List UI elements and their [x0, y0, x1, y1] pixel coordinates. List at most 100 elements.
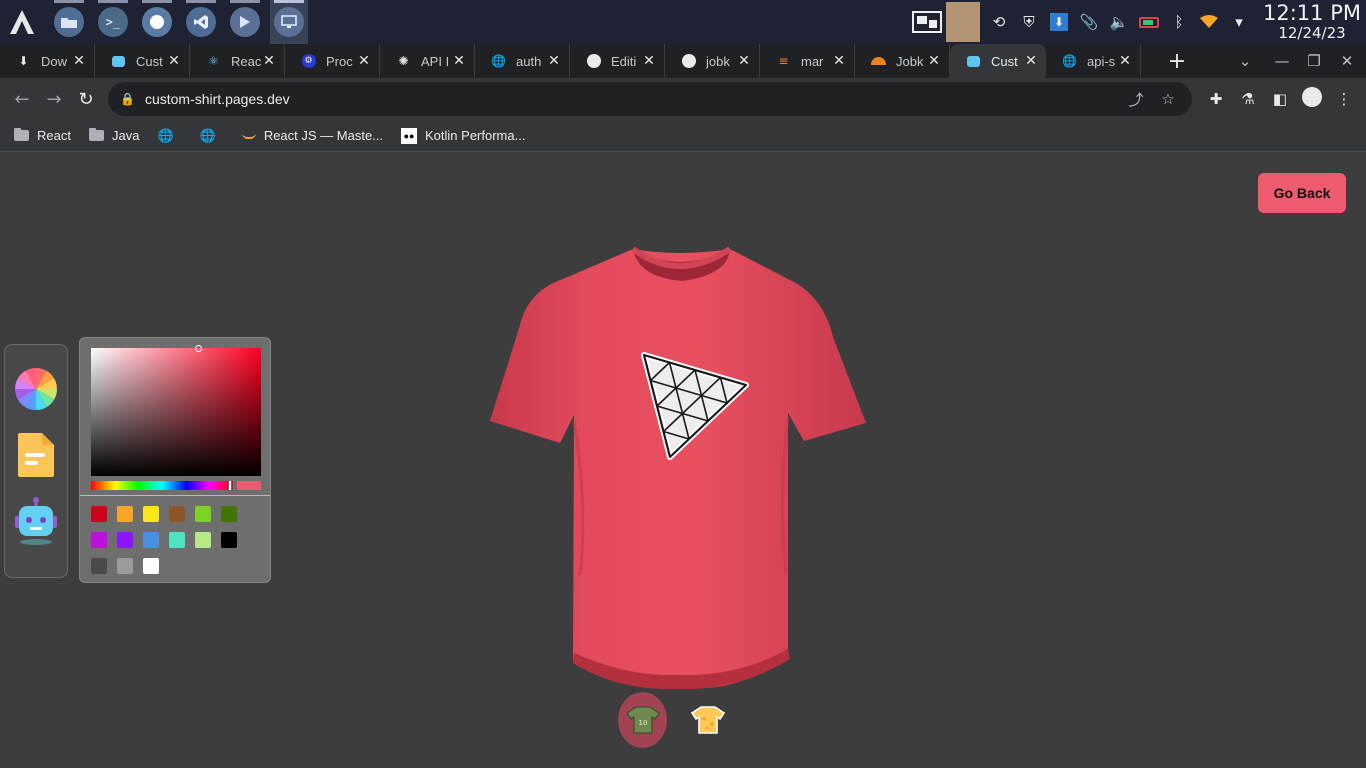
color-swatch[interactable] [117, 532, 133, 548]
tab-jobk-github[interactable]: jobk ✕ [665, 44, 760, 78]
close-icon[interactable]: ✕ [832, 53, 846, 69]
bookmark-react[interactable]: React [14, 128, 71, 143]
labs-flask-icon[interactable]: ⚗ [1232, 90, 1264, 108]
volume-icon[interactable]: 🔈 [1104, 0, 1134, 44]
color-swatch[interactable] [143, 506, 159, 522]
close-icon[interactable]: ✕ [927, 53, 941, 69]
tab-proc[interactable]: ⚙ Proc ✕ [285, 44, 380, 78]
tab-downloads[interactable]: ⬇ Dow ✕ [0, 44, 95, 78]
logo-shirt-toggle[interactable]: 10 [618, 692, 667, 748]
close-window-button[interactable]: ✕ [1331, 44, 1363, 78]
clock[interactable]: 12:11 PM 12/24/23 [1258, 3, 1366, 41]
color-swatch[interactable] [195, 532, 211, 548]
files-app-icon[interactable] [50, 0, 88, 44]
color-swatch[interactable] [169, 532, 185, 548]
bookmark-kotlin-performance[interactable]: ●● Kotlin Performa... [401, 127, 525, 144]
terminal-app-icon[interactable]: >_ [94, 0, 132, 44]
bookmark-star-icon[interactable]: ☆ [1152, 90, 1184, 108]
close-icon[interactable]: ✕ [1118, 53, 1132, 69]
new-tab-button[interactable]: + [1161, 44, 1193, 78]
tshirt-graphic [490, 246, 866, 690]
url-text[interactable]: custom-shirt.pages.dev [145, 91, 290, 107]
tab-api[interactable]: ✺ API I ✕ [380, 44, 475, 78]
bookmark-react-js-master[interactable]: React JS — Maste... [241, 128, 383, 143]
color-swatch[interactable] [195, 506, 211, 522]
color-swatch[interactable] [91, 506, 107, 522]
close-icon[interactable]: ✕ [1024, 53, 1038, 69]
back-button[interactable]: ← [6, 83, 38, 115]
profile-avatar-icon[interactable] [1296, 87, 1328, 111]
remote-desktop-app-icon[interactable] [270, 0, 308, 44]
close-icon[interactable]: ✕ [452, 53, 466, 69]
tab-mar[interactable]: ≡ mar ✕ [760, 44, 855, 78]
tab-custom-shirt-active[interactable]: Cust ✕ [950, 44, 1046, 78]
tray-menu-chevron-icon[interactable]: ▾ [1224, 0, 1254, 44]
color-swatch[interactable] [91, 558, 107, 574]
ai-picker-tab[interactable] [12, 497, 60, 545]
hue-slider[interactable] [91, 480, 233, 491]
bookmarks-bar: React Java 🌐 🌐 React JS — Maste... ●● Kot… [0, 120, 1366, 152]
shirt-3d-model[interactable] [488, 245, 868, 690]
close-icon[interactable]: ✕ [642, 53, 656, 69]
color-swatch[interactable] [91, 532, 107, 548]
share-icon[interactable]: ⤴ [1120, 89, 1152, 110]
tab-editing[interactable]: Editi ✕ [570, 44, 665, 78]
reload-button[interactable]: ↻ [70, 83, 102, 115]
aipicker-icon [15, 497, 57, 545]
tab-react[interactable]: ⚛ Reac ✕ [190, 44, 285, 78]
tab-jobk-cloudflare[interactable]: Jobk ✕ [855, 44, 950, 78]
shield-icon[interactable]: ⛨ [1014, 0, 1044, 44]
tab-api-s[interactable]: 🌐 api-s ✕ [1046, 44, 1141, 78]
saturation-area[interactable] [91, 345, 261, 476]
workspace-switcher-icon[interactable] [912, 0, 942, 44]
color-swatch[interactable] [221, 532, 237, 548]
battery-icon[interactable] [1134, 0, 1164, 44]
bookmark-globe-1[interactable]: 🌐 [157, 128, 181, 144]
wifi-icon[interactable] [1194, 0, 1224, 44]
side-panel-icon[interactable]: ◧ [1264, 90, 1296, 108]
update-icon[interactable]: ⟲ [984, 0, 1014, 44]
lock-icon[interactable]: 🔒 [120, 92, 135, 106]
close-icon[interactable]: ✕ [167, 53, 181, 69]
bookmark-globe-2[interactable]: 🌐 [200, 128, 224, 144]
customizer-canvas[interactable]: Go Back 10 [0, 153, 1366, 768]
color-picker-tab[interactable] [12, 365, 60, 413]
tab-search-chevron-icon[interactable]: ⌄ [1229, 44, 1261, 78]
stackoverflow-icon: ≡ [778, 54, 789, 68]
address-bar[interactable]: 🔒 custom-shirt.pages.dev ⤴ ☆ [108, 82, 1192, 116]
restore-button[interactable]: ❐ [1298, 44, 1330, 78]
bookmark-java[interactable]: Java [88, 128, 139, 143]
app-launcher-icon[interactable] [0, 0, 44, 44]
bluetooth-icon[interactable]: ᛒ [1164, 0, 1194, 44]
color-swatch[interactable] [221, 506, 237, 522]
close-icon[interactable]: ✕ [547, 53, 561, 69]
colorpicker-icon [14, 368, 58, 410]
close-icon[interactable]: ✕ [737, 53, 751, 69]
tab-custom-shirt-1[interactable]: Cust ✕ [95, 44, 190, 78]
vscode-app-icon[interactable] [182, 0, 220, 44]
browser-menu-icon[interactable]: ⋮ [1328, 90, 1360, 108]
color-swatch[interactable] [117, 558, 133, 574]
forward-button[interactable]: → [38, 83, 70, 115]
paperclip-icon[interactable]: 📎 [1074, 0, 1104, 44]
close-icon[interactable]: ✕ [357, 53, 371, 69]
color-preview-swatch [237, 481, 261, 490]
minimize-button[interactable]: — [1266, 44, 1298, 78]
color-swatch[interactable] [143, 532, 159, 548]
go-back-button[interactable]: Go Back [1258, 173, 1346, 213]
tab-auth[interactable]: 🌐 auth ✕ [475, 44, 570, 78]
file-picker-tab[interactable] [12, 431, 60, 479]
color-swatch[interactable] [143, 558, 159, 574]
stylish-shirt-toggle[interactable] [683, 692, 732, 748]
color-swatch[interactable] [169, 506, 185, 522]
extensions-icon[interactable]: ✚ [1200, 90, 1232, 108]
chromium-app-icon[interactable] [138, 0, 176, 44]
media-player-app-icon[interactable] [226, 0, 264, 44]
download-tray-icon[interactable]: ⬇ [1044, 0, 1074, 44]
window-thumbnail[interactable] [946, 2, 980, 42]
close-icon[interactable]: ✕ [262, 53, 276, 69]
hue-thumb[interactable] [228, 480, 232, 491]
close-icon[interactable]: ✕ [72, 53, 86, 69]
saturation-cursor[interactable] [195, 345, 202, 352]
color-swatch[interactable] [117, 506, 133, 522]
